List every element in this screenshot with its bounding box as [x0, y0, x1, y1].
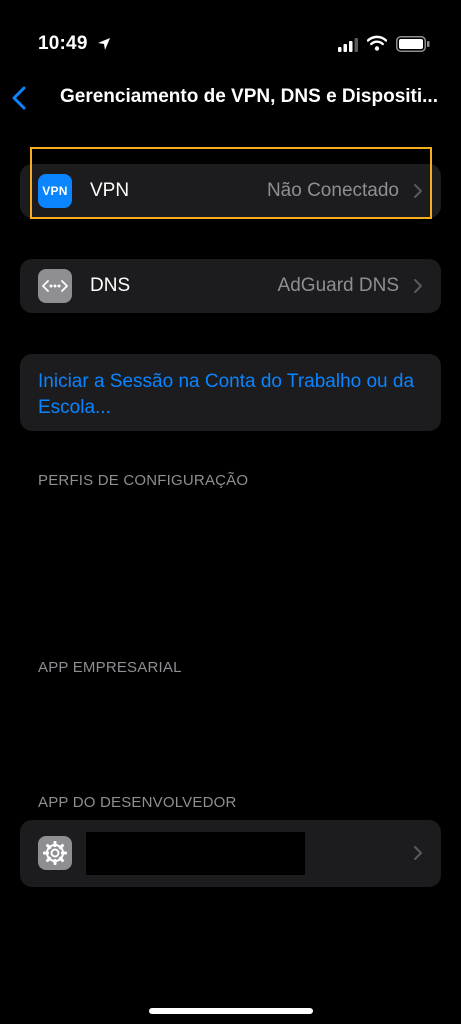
vpn-group: VPN VPN Não Conectado [20, 164, 441, 218]
chevron-left-icon [12, 86, 26, 110]
wifi-icon [366, 35, 388, 51]
cellular-signal-icon [338, 38, 358, 52]
network-dots-icon [38, 269, 72, 303]
chevron-right-icon [414, 184, 422, 198]
page-title: Gerenciamento de VPN, DNS e Dispositi... [60, 86, 438, 107]
developer-app-group [20, 820, 441, 887]
chevron-right-icon [414, 279, 422, 293]
work-account-signin-link[interactable]: Iniciar a Sessão na Conta do Trabalho ou… [20, 354, 441, 431]
navigation-bar: Gerenciamento de VPN, DNS e Dispositi... [0, 80, 461, 120]
location-arrow-icon [97, 37, 111, 51]
dns-value: AdGuard DNS [277, 275, 399, 296]
dns-row[interactable]: DNS AdGuard DNS [20, 259, 441, 313]
vpn-icon-label: VPN [42, 184, 68, 198]
redacted-app-name [86, 832, 305, 875]
developer-app-row[interactable] [20, 820, 441, 887]
home-indicator[interactable] [149, 1008, 313, 1014]
section-header-developer-app: APP DO DESENVOLVEDOR [38, 794, 237, 811]
work-account-group: Iniciar a Sessão na Conta do Trabalho ou… [20, 354, 441, 431]
gear-icon [38, 836, 72, 870]
work-account-link-text: Iniciar a Sessão na Conta do Trabalho ou… [38, 371, 415, 418]
back-button[interactable] [6, 80, 42, 116]
section-header-enterprise-app: APP EMPRESARIAL [38, 659, 182, 676]
status-bar: 10:49 [0, 0, 461, 80]
status-time: 10:49 [38, 33, 88, 54]
chevron-right-icon [414, 846, 422, 860]
battery-icon [396, 36, 430, 52]
section-header-config-profiles: PERFIS DE CONFIGURAÇÃO [38, 472, 249, 489]
vpn-status: Não Conectado [266, 180, 399, 201]
vpn-label: VPN [90, 180, 130, 201]
vpn-row[interactable]: VPN VPN Não Conectado [20, 164, 441, 218]
vpn-icon: VPN [38, 174, 72, 208]
dns-label: DNS [90, 275, 131, 296]
dns-group: DNS AdGuard DNS [20, 259, 441, 313]
